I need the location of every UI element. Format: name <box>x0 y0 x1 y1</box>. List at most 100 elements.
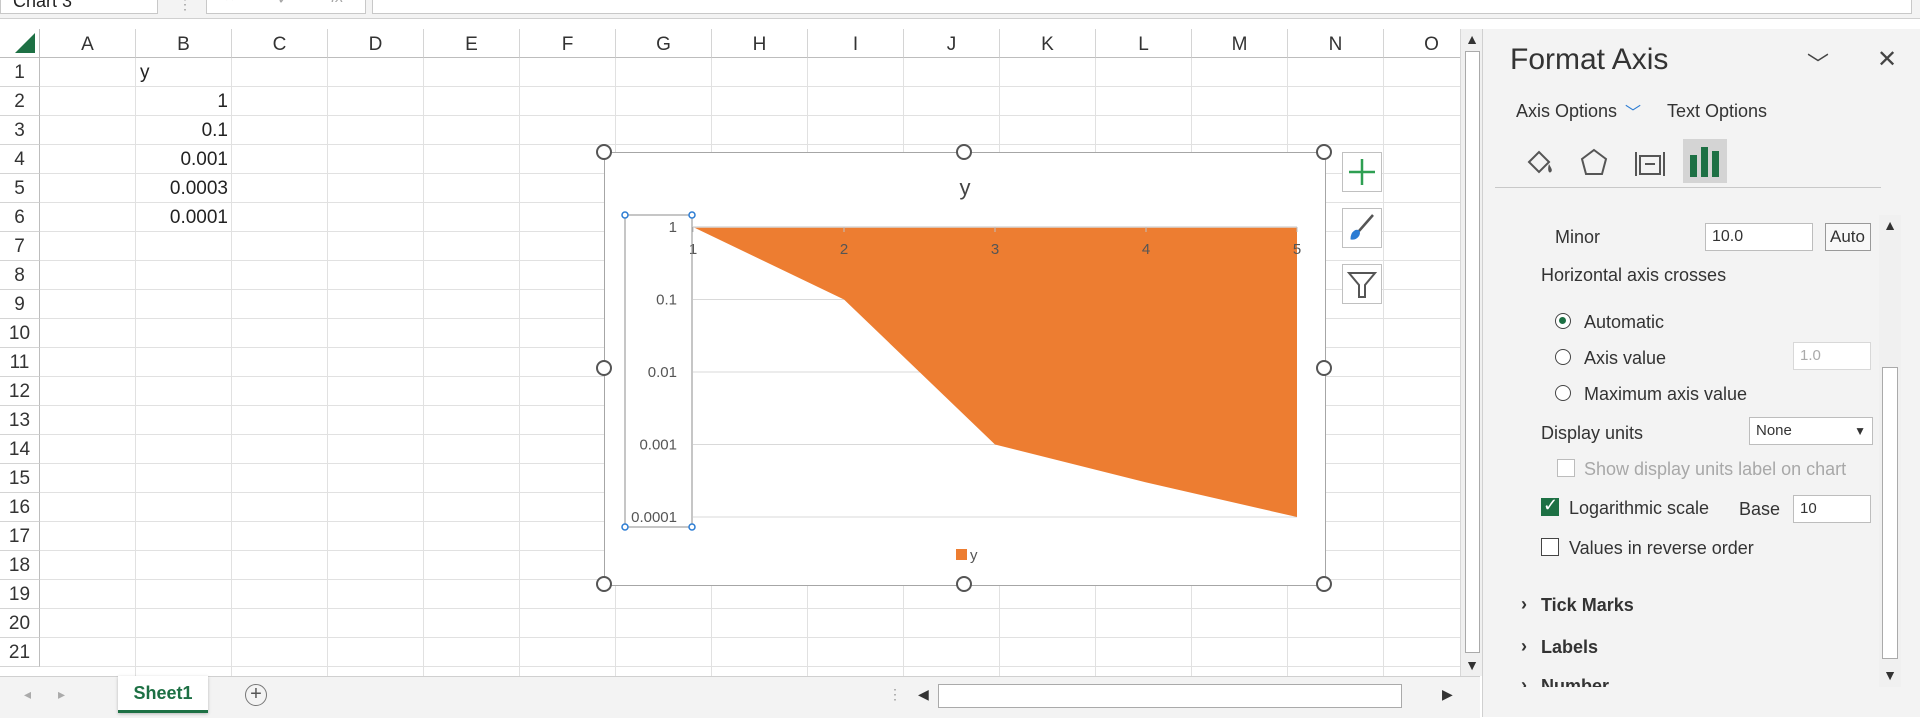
column-header-c[interactable]: C <box>232 29 328 58</box>
chevron-down-icon[interactable]: ﹀ <box>1625 99 1641 123</box>
enter-icon[interactable]: ✓ <box>277 0 290 9</box>
cell-B2[interactable]: 1 <box>136 87 228 116</box>
radio-automatic[interactable] <box>1555 313 1571 329</box>
horizontal-scroll-thumb[interactable] <box>938 684 1402 708</box>
radio-axis-value[interactable] <box>1555 349 1571 365</box>
formula-input[interactable] <box>372 0 1912 14</box>
size-properties-icon[interactable] <box>1631 144 1669 182</box>
resize-handle[interactable] <box>596 576 612 592</box>
minor-input[interactable]: 10.0 <box>1705 223 1813 251</box>
row-header-15[interactable]: 15 <box>0 464 40 493</box>
radio-maximum-label[interactable]: Maximum axis value <box>1584 384 1747 405</box>
chart-elements-button[interactable] <box>1342 152 1382 192</box>
cell-B6[interactable]: 0.0001 <box>136 203 228 232</box>
fill-line-icon[interactable] <box>1521 144 1559 182</box>
radio-maximum[interactable] <box>1555 385 1571 401</box>
column-header-b[interactable]: B <box>136 29 232 58</box>
resize-handle[interactable] <box>1316 144 1332 160</box>
reverse-order-checkbox[interactable] <box>1541 538 1559 556</box>
column-header-n[interactable]: N <box>1288 29 1384 58</box>
scroll-down-icon[interactable]: ▼ <box>1463 657 1481 673</box>
add-sheet-icon[interactable]: + <box>245 684 267 706</box>
minor-auto-button[interactable]: Auto <box>1825 223 1871 251</box>
base-input[interactable]: 10 <box>1793 495 1871 523</box>
section-labels[interactable]: Labels <box>1541 637 1598 658</box>
column-header-g[interactable]: G <box>616 29 712 58</box>
chevron-right-icon[interactable]: › <box>1521 675 1527 687</box>
scroll-up-icon[interactable]: ▲ <box>1463 31 1481 47</box>
row-header-9[interactable]: 9 <box>0 290 40 319</box>
row-header-20[interactable]: 20 <box>0 609 40 638</box>
tab-text-options[interactable]: Text Options <box>1667 101 1767 122</box>
row-header-8[interactable]: 8 <box>0 261 40 290</box>
resize-handle[interactable] <box>956 144 972 160</box>
show-units-checkbox[interactable] <box>1557 459 1575 477</box>
axis-value-input[interactable]: 1.0 <box>1793 342 1871 370</box>
row-header-16[interactable]: 16 <box>0 493 40 522</box>
prev-sheet-icon[interactable]: ◂ <box>24 686 31 703</box>
row-header-7[interactable]: 7 <box>0 232 40 261</box>
pane-scrollbar[interactable]: ▲ ▼ <box>1879 215 1901 687</box>
chart-filters-button[interactable] <box>1342 264 1382 304</box>
row-header-17[interactable]: 17 <box>0 522 40 551</box>
row-header-6[interactable]: 6 <box>0 203 40 232</box>
next-sheet-icon[interactable]: ▸ <box>58 686 65 703</box>
log-scale-checkbox[interactable] <box>1541 495 1559 516</box>
cell-B3[interactable]: 0.1 <box>136 116 228 145</box>
axis-options-tab[interactable] <box>1683 139 1727 183</box>
split-handle-icon[interactable]: ⋮ <box>888 686 902 703</box>
column-header-f[interactable]: F <box>520 29 616 58</box>
section-tick-marks[interactable]: Tick Marks <box>1541 595 1634 616</box>
log-scale-label[interactable]: Logarithmic scale <box>1569 498 1709 519</box>
column-header-h[interactable]: H <box>712 29 808 58</box>
row-header-13[interactable]: 13 <box>0 406 40 435</box>
row-header-4[interactable]: 4 <box>0 145 40 174</box>
column-header-k[interactable]: K <box>1000 29 1096 58</box>
chevron-right-icon[interactable]: › <box>1521 636 1527 657</box>
cell-B4[interactable]: 0.001 <box>136 145 228 174</box>
resize-handle[interactable] <box>596 360 612 376</box>
row-header-2[interactable]: 2 <box>0 87 40 116</box>
chart-area[interactable]: y 1 0.1 0.01 0.001 0.0001 1 2 3 4 5 y <box>604 152 1326 586</box>
row-header-19[interactable]: 19 <box>0 580 40 609</box>
resize-handle[interactable] <box>956 576 972 592</box>
resize-handle[interactable] <box>1316 576 1332 592</box>
tab-axis-options[interactable]: Axis Options <box>1516 101 1617 122</box>
resize-handle[interactable] <box>1316 360 1332 376</box>
cell-B5[interactable]: 0.0003 <box>136 174 228 203</box>
row-header-10[interactable]: 10 <box>0 319 40 348</box>
cell-B1[interactable]: y <box>140 58 150 87</box>
chevron-right-icon[interactable]: › <box>1521 594 1527 615</box>
row-header-5[interactable]: 5 <box>0 174 40 203</box>
column-header-i[interactable]: I <box>808 29 904 58</box>
sheet-tab-sheet1[interactable]: Sheet1 <box>118 676 208 713</box>
chevron-down-icon[interactable]: ﹀ <box>1807 47 1829 79</box>
close-icon[interactable]: ✕ <box>1877 45 1897 74</box>
display-units-select[interactable]: None ▼ <box>1749 417 1873 445</box>
scroll-up-icon[interactable]: ▲ <box>1882 217 1898 233</box>
scroll-left-icon[interactable]: ◀ <box>918 686 929 703</box>
chart-svg[interactable]: y 1 0.1 0.01 0.001 0.0001 1 2 3 4 5 y <box>605 153 1325 585</box>
row-header-14[interactable]: 14 <box>0 435 40 464</box>
select-all-corner[interactable] <box>0 29 40 58</box>
radio-automatic-label[interactable]: Automatic <box>1584 312 1664 333</box>
resize-handle[interactable] <box>596 144 612 160</box>
row-header-18[interactable]: 18 <box>0 551 40 580</box>
pane-scroll-thumb[interactable] <box>1882 367 1898 659</box>
column-header-d[interactable]: D <box>328 29 424 58</box>
row-header-3[interactable]: 3 <box>0 116 40 145</box>
scroll-down-icon[interactable]: ▼ <box>1882 667 1898 683</box>
radio-axis-value-label[interactable]: Axis value <box>1584 348 1666 369</box>
vertical-scrollbar[interactable]: ▲ ▼ <box>1460 29 1483 676</box>
reverse-order-label[interactable]: Values in reverse order <box>1569 538 1754 559</box>
chart-styles-button[interactable] <box>1342 208 1382 248</box>
name-box[interactable]: Chart 3 <box>0 0 158 14</box>
column-header-l[interactable]: L <box>1096 29 1192 58</box>
column-header-e[interactable]: E <box>424 29 520 58</box>
column-header-o[interactable]: O <box>1384 29 1460 58</box>
column-header-m[interactable]: M <box>1192 29 1288 58</box>
column-header-a[interactable]: A <box>40 29 136 58</box>
row-header-12[interactable]: 12 <box>0 377 40 406</box>
section-number[interactable]: Number <box>1541 676 1609 687</box>
column-header-j[interactable]: J <box>904 29 1000 58</box>
